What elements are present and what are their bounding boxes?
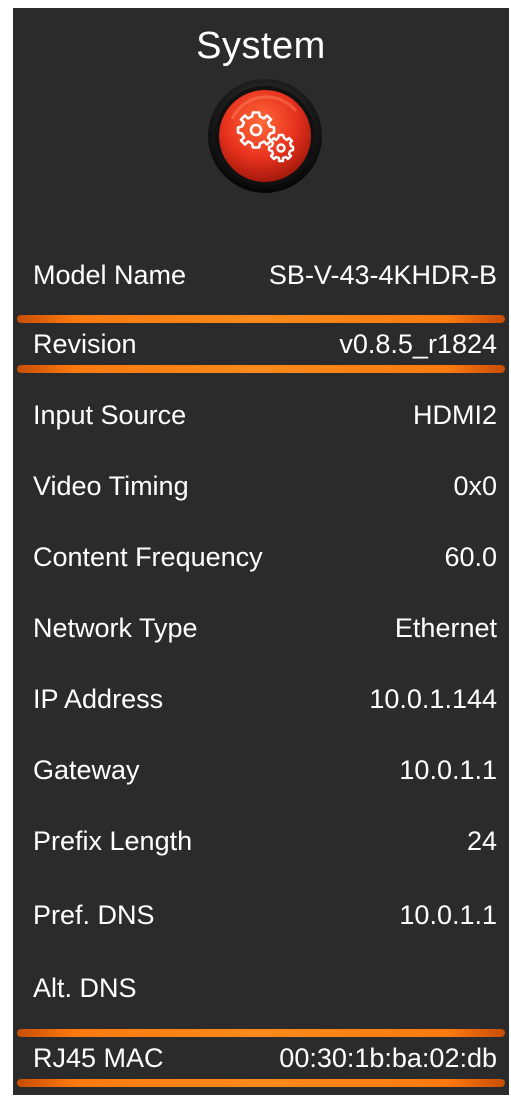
row-label: Prefix Length xyxy=(33,826,193,856)
row-model-name[interactable]: Model Name SB-V-43-4KHDR-B xyxy=(13,248,509,302)
row-content-frequency[interactable]: Content Frequency 60.0 xyxy=(13,530,509,584)
row-label: RJ45 MAC xyxy=(33,1043,164,1073)
page-title: System xyxy=(196,25,326,67)
row-label: IP Address xyxy=(33,684,164,714)
row-value: 60.0 xyxy=(444,542,497,572)
row-value: SB-V-43-4KHDR-B xyxy=(268,260,497,290)
row-label: Model Name xyxy=(33,260,187,290)
row-value: 10.0.1.144 xyxy=(369,684,497,714)
row-value: 10.0.1.1 xyxy=(399,755,497,785)
row-label: Pref. DNS xyxy=(33,900,155,930)
row-label: Gateway xyxy=(33,755,140,785)
row-label: Alt. DNS xyxy=(33,973,137,1003)
row-label: Content Frequency xyxy=(33,542,263,572)
row-label: Input Source xyxy=(33,400,187,430)
row-value: HDMI2 xyxy=(412,400,497,430)
system-info-panel: System Model Name SB-V-43-4KHDR-B Revisi… xyxy=(13,8,509,1095)
row-alt-dns[interactable]: Alt. DNS xyxy=(13,961,509,1015)
row-label: Video Timing xyxy=(33,471,189,501)
row-prefix-length[interactable]: Prefix Length 24 xyxy=(13,814,509,868)
row-network-type[interactable]: Network Type Ethernet xyxy=(13,601,509,655)
row-ip-address[interactable]: IP Address 10.0.1.144 xyxy=(13,672,509,726)
row-label: Network Type xyxy=(33,613,198,643)
row-value: 00:30:1b:ba:02:db xyxy=(279,1043,497,1073)
row-pref-dns[interactable]: Pref. DNS 10.0.1.1 xyxy=(13,888,509,942)
row-input-source[interactable]: Input Source HDMI2 xyxy=(13,388,509,442)
row-value: 0x0 xyxy=(453,471,497,501)
row-label: Revision xyxy=(33,329,137,359)
row-value: v0.8.5_r1824 xyxy=(339,329,497,359)
row-rj45-mac[interactable]: RJ45 MAC 00:30:1b:ba:02:db xyxy=(13,1029,509,1087)
row-video-timing[interactable]: Video Timing 0x0 xyxy=(13,459,509,513)
row-gateway[interactable]: Gateway 10.0.1.1 xyxy=(13,743,509,797)
row-value: Ethernet xyxy=(394,613,497,643)
gears-icon xyxy=(206,77,324,195)
row-value: 10.0.1.1 xyxy=(399,900,497,930)
row-revision[interactable]: Revision v0.8.5_r1824 xyxy=(13,315,509,373)
row-value: 24 xyxy=(466,826,497,856)
